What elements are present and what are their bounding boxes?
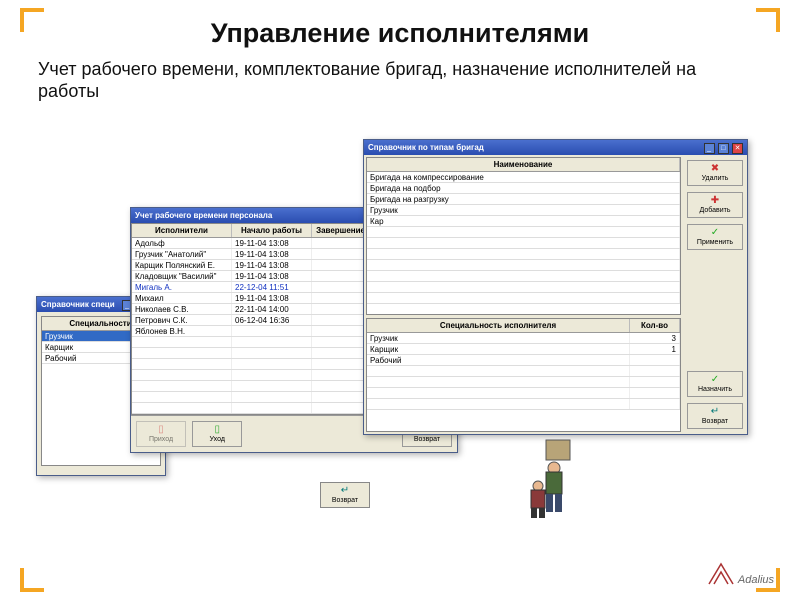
col-performer: Исполнители bbox=[132, 224, 232, 237]
list-item[interactable]: Бригада на подбор bbox=[367, 183, 680, 194]
leave-button[interactable]: ▯Уход bbox=[192, 421, 242, 447]
maximize-icon[interactable]: □ bbox=[718, 143, 729, 154]
back-button[interactable]: ↵Возврат bbox=[687, 403, 743, 429]
list-item[interactable]: Бригада на компрессирование bbox=[367, 172, 680, 183]
assign-button[interactable]: ✓Назначить bbox=[687, 371, 743, 397]
list-item[interactable] bbox=[367, 388, 680, 399]
slide-subtitle: Учет рабочего времени, комплектование бр… bbox=[38, 58, 762, 103]
list-item[interactable]: Грузчик bbox=[367, 205, 680, 216]
col-qty: Кол-во bbox=[630, 319, 680, 332]
list-item[interactable]: Бригада на разгрузку bbox=[367, 194, 680, 205]
list-item[interactable] bbox=[367, 227, 680, 238]
window-title: Учет рабочего времени персонала bbox=[135, 208, 272, 223]
slide-title: Управление исполнителями bbox=[0, 18, 800, 49]
window-controls: _ □ ✕ bbox=[703, 140, 743, 155]
list-item[interactable]: Грузчик3 bbox=[367, 333, 680, 344]
apply-icon: ✓ bbox=[693, 228, 737, 238]
list-item[interactable] bbox=[367, 282, 680, 293]
back-icon: ↵ bbox=[693, 407, 737, 417]
arrive-button[interactable]: ▯Приход bbox=[136, 421, 186, 447]
add-icon: ✚ bbox=[693, 196, 737, 206]
list-item[interactable]: Карщик1 bbox=[367, 344, 680, 355]
list-item[interactable] bbox=[367, 293, 680, 304]
window-title: Справочник по типам бригад bbox=[368, 140, 484, 155]
list-item[interactable]: Кар bbox=[367, 216, 680, 227]
delete-button[interactable]: ✖Удалить bbox=[687, 160, 743, 186]
list-item[interactable] bbox=[367, 238, 680, 249]
list-item[interactable] bbox=[367, 377, 680, 388]
titlebar[interactable]: Справочник по типам бригад _ □ ✕ bbox=[364, 140, 747, 155]
list-item[interactable] bbox=[367, 249, 680, 260]
specialty-count-grid[interactable]: Специальность исполнителя Кол-во Грузчик… bbox=[366, 318, 681, 432]
col-spec: Специальность исполнителя bbox=[367, 319, 630, 332]
list-item[interactable]: Рабочий bbox=[367, 355, 680, 366]
add-button[interactable]: ✚Добавить bbox=[687, 192, 743, 218]
brigade-names-grid[interactable]: Наименование Бригада на компрессирование… bbox=[366, 157, 681, 315]
list-item[interactable] bbox=[367, 260, 680, 271]
back-icon: ↵ bbox=[326, 486, 364, 496]
window-title: Справочник специ bbox=[41, 297, 115, 312]
list-item[interactable] bbox=[367, 366, 680, 377]
leave-icon: ▯ bbox=[198, 425, 236, 435]
minimize-icon[interactable]: _ bbox=[704, 143, 715, 154]
delete-icon: ✖ bbox=[693, 164, 737, 174]
list-item[interactable] bbox=[367, 399, 680, 410]
workers-clipart bbox=[516, 438, 586, 518]
assign-icon: ✓ bbox=[693, 375, 737, 385]
adalius-logo: Adalius bbox=[707, 562, 774, 586]
list-item[interactable] bbox=[367, 271, 680, 282]
apply-button[interactable]: ✓Применить bbox=[687, 224, 743, 250]
brigade-types-window: Справочник по типам бригад _ □ ✕ Наимено… bbox=[363, 139, 748, 435]
back-button-standalone[interactable]: ↵Возврат bbox=[320, 482, 370, 508]
arrive-icon: ▯ bbox=[142, 425, 180, 435]
col-name: Наименование bbox=[367, 158, 680, 171]
close-icon[interactable]: ✕ bbox=[732, 143, 743, 154]
col-start: Начало работы bbox=[232, 224, 312, 237]
